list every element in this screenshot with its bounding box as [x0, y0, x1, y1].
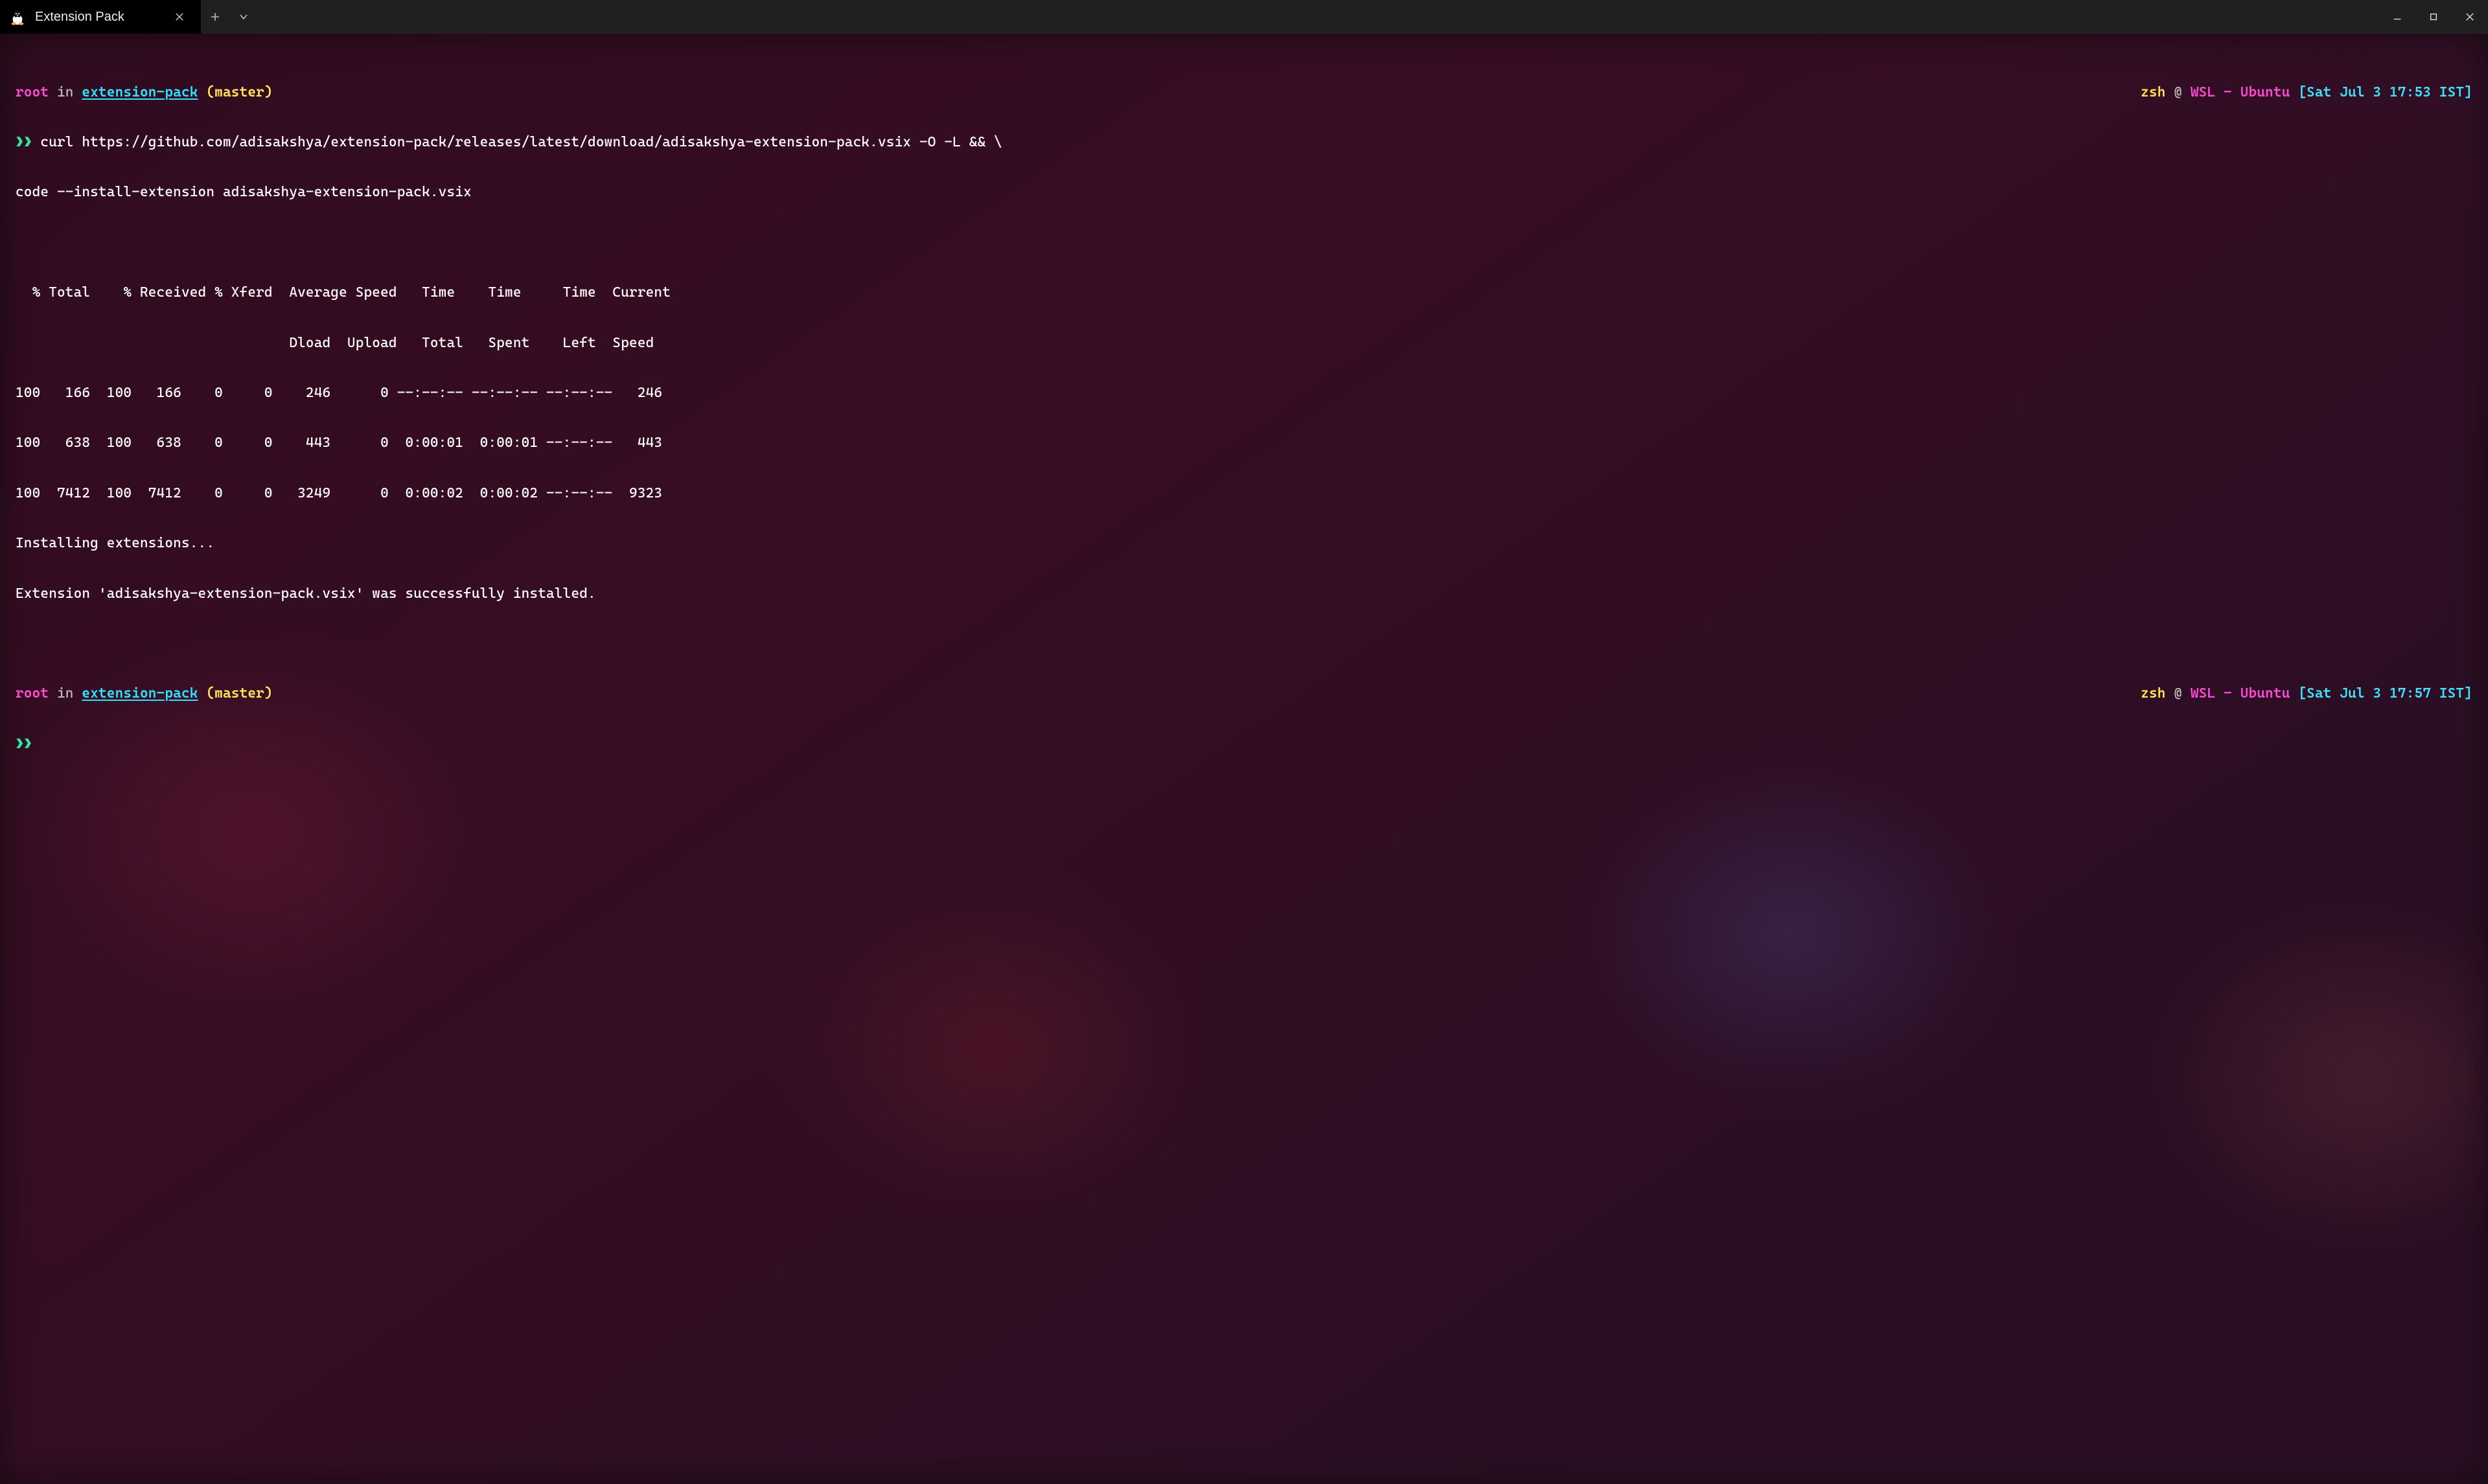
- blank-line-2: [16, 635, 2472, 652]
- prompt-line-2: root in extension-pack (master) zsh @ WS…: [16, 685, 2472, 702]
- active-tab[interactable]: Extension Pack: [0, 0, 201, 34]
- prompt-user: root: [16, 685, 49, 702]
- terminal-output: root in extension-pack (master) zsh @ WS…: [0, 34, 2488, 803]
- prompt-dir: extension-pack: [82, 84, 198, 100]
- right-time: [Sat Jul 3 17:57 IST]: [2290, 685, 2472, 702]
- curl-row-2: 100 638 100 638 0 0 443 0 0:00:01 0:00:0…: [16, 435, 2472, 451]
- close-tab-button[interactable]: [170, 7, 189, 27]
- command-line-2: code --install-extension adisakshya-exte…: [16, 184, 2472, 201]
- prompt-line-1: root in extension-pack (master) zsh @ WS…: [16, 84, 2472, 101]
- right-time: [Sat Jul 3 17:53 IST]: [2290, 84, 2472, 100]
- blank-line: [16, 234, 2472, 251]
- prompt-branch: (master): [198, 84, 273, 100]
- prompt-arrows: ❯❯: [16, 134, 32, 150]
- maximize-button[interactable]: [2415, 0, 2452, 34]
- prompt-user: root: [16, 84, 49, 100]
- curl-header-2: Dload Upload Total Spent Left Speed: [16, 335, 2472, 352]
- tab-dropdown-button[interactable]: [229, 0, 258, 34]
- prompt-sep: in: [49, 84, 82, 100]
- idle-prompt[interactable]: ❯❯: [16, 736, 2472, 753]
- close-window-button[interactable]: [2452, 0, 2488, 34]
- plus-icon: [210, 12, 220, 22]
- command-line-1: ❯❯ curl https://github.com/adisakshya/ex…: [16, 134, 2472, 151]
- installing-line: Installing extensions...: [16, 535, 2472, 552]
- right-shell: zsh: [2141, 84, 2165, 100]
- chevron-down-icon: [238, 12, 249, 22]
- success-line: Extension 'adisakshya-extension-pack.vsi…: [16, 586, 2472, 602]
- curl-header-1: % Total % Received % Xferd Average Speed…: [16, 284, 2472, 301]
- right-at: @: [2165, 84, 2190, 100]
- close-icon: [175, 12, 184, 21]
- right-host: WSL - Ubuntu: [2191, 685, 2290, 702]
- right-host: WSL - Ubuntu: [2191, 84, 2290, 100]
- terminal-surface[interactable]: root in extension-pack (master) zsh @ WS…: [0, 34, 2488, 1484]
- prompt-sep: in: [49, 685, 82, 702]
- window-controls: [2379, 0, 2488, 34]
- new-tab-button[interactable]: [201, 0, 229, 34]
- prompt-dir: extension-pack: [82, 685, 198, 702]
- tux-icon: [9, 8, 26, 25]
- maximize-icon: [2429, 12, 2438, 21]
- prompt-branch: (master): [198, 685, 273, 702]
- titlebar: Extension Pack: [0, 0, 2488, 34]
- command-text-1: curl https://github.com/adisakshya/exten…: [32, 134, 1002, 150]
- right-shell: zsh: [2141, 685, 2165, 702]
- right-at: @: [2165, 685, 2190, 702]
- minimize-button[interactable]: [2379, 0, 2415, 34]
- prompt-arrows: ❯❯: [16, 736, 32, 752]
- curl-row-3: 100 7412 100 7412 0 0 3249 0 0:00:02 0:0…: [16, 485, 2472, 502]
- curl-row-1: 100 166 100 166 0 0 246 0 --:--:-- --:--…: [16, 385, 2472, 402]
- close-icon: [2465, 12, 2474, 21]
- tab-title: Extension Pack: [35, 9, 161, 25]
- titlebar-spacer: [258, 0, 2379, 34]
- minimize-icon: [2393, 12, 2402, 21]
